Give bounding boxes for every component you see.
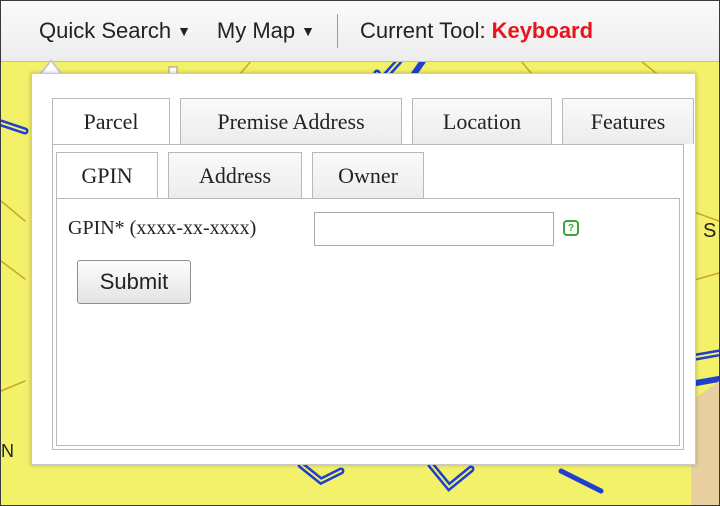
- tab-label: Parcel: [83, 109, 139, 134]
- my-map-menu[interactable]: My Map ▼: [217, 18, 315, 44]
- tab-label: Address: [198, 162, 272, 188]
- tab-label: Premise Address: [217, 108, 365, 134]
- quick-search-label: Quick Search: [39, 18, 172, 43]
- current-tool-label: Current Tool:: [360, 18, 486, 43]
- chevron-down-icon: ▼: [301, 23, 316, 39]
- tab-gpin[interactable]: GPIN: [56, 152, 158, 199]
- gpin-input[interactable]: [314, 212, 554, 246]
- chevron-down-icon: ▼: [177, 23, 191, 39]
- tab-owner[interactable]: Owner: [312, 152, 424, 198]
- help-bubble-icon[interactable]: ?: [563, 220, 579, 236]
- current-tool-indicator: Current Tool: Keyboard: [360, 18, 593, 44]
- my-map-label: My Map: [216, 18, 296, 43]
- current-tool-value: Keyboard: [491, 18, 594, 43]
- tab-location[interactable]: Location: [412, 98, 552, 144]
- submit-button[interactable]: Submit: [77, 260, 191, 304]
- quick-search-panel: Parcel Premise Address Location Features…: [31, 73, 696, 465]
- tab-parcel[interactable]: Parcel: [52, 98, 170, 145]
- tab-label: Owner: [338, 162, 398, 188]
- tab-address[interactable]: Address: [168, 152, 302, 198]
- tab-label: GPIN: [81, 163, 133, 188]
- map-edge-label-left: N: [1, 441, 14, 461]
- tab-label: Location: [442, 108, 522, 134]
- tab-premise-address[interactable]: Premise Address: [180, 98, 402, 144]
- toolbar-divider: [337, 14, 339, 48]
- quick-search-menu[interactable]: Quick Search ▼: [39, 18, 191, 44]
- tab-label: Features: [590, 108, 666, 134]
- category-tabs: Parcel Premise Address Location Features: [52, 98, 694, 145]
- map-edge-label-right: S: [703, 220, 716, 242]
- app-window: S N Quick Search ▼ My Map ▼ Current Tool…: [0, 0, 720, 506]
- gpin-field-label: GPIN* (xxxx-xx-xxxx): [68, 217, 257, 239]
- parcel-search-tabs: GPIN Address Owner: [56, 152, 424, 199]
- toolbar: Quick Search ▼ My Map ▼ Current Tool: Ke…: [1, 1, 719, 62]
- tab-features[interactable]: Features: [562, 98, 694, 144]
